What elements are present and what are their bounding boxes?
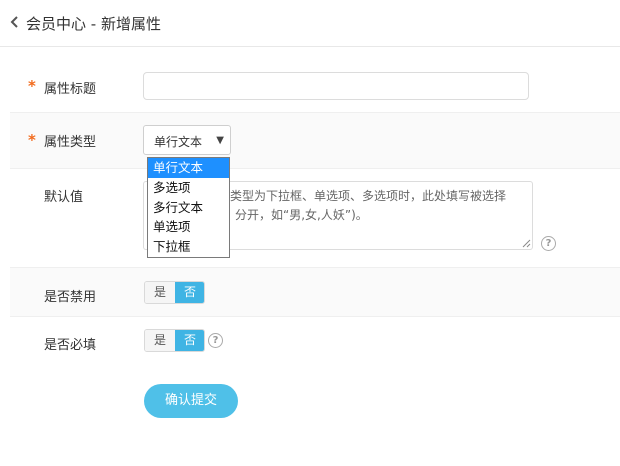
title-input[interactable]: [143, 72, 529, 100]
type-label: 属性类型: [44, 135, 97, 150]
dropdown-option[interactable]: 下拉框: [148, 237, 229, 257]
dropdown-arrow-icon: ▼: [216, 135, 224, 146]
title-label: 属性标题: [44, 82, 97, 97]
page-title: 会员中心 - 新增属性: [26, 15, 161, 33]
toggle-no-option[interactable]: 否: [175, 330, 204, 351]
resize-handle-icon[interactable]: [522, 239, 531, 248]
toggle-no-option[interactable]: 否: [175, 282, 204, 303]
dropdown-option[interactable]: 单选项: [148, 217, 229, 237]
dropdown-option[interactable]: 多选项: [148, 178, 229, 198]
type-row: * 属性类型: [10, 113, 620, 169]
type-select[interactable]: 单行文本 ▼: [143, 125, 231, 155]
toggle-yes-option[interactable]: 是: [145, 330, 175, 351]
help-icon[interactable]: ?: [541, 236, 556, 251]
type-select-value: 单行文本: [154, 135, 203, 149]
default-label: 默认值: [44, 190, 84, 205]
page-header: 会员中心 - 新增属性: [0, 0, 620, 47]
disabled-toggle[interactable]: 是 否: [144, 281, 205, 304]
chevron-left-icon[interactable]: [8, 14, 22, 30]
type-dropdown-list[interactable]: 单行文本 多选项 多行文本 单选项 下拉框: [147, 157, 230, 258]
toggle-yes-option[interactable]: 是: [145, 282, 175, 303]
disabled-label: 是否禁用: [44, 290, 97, 305]
required-mark: *: [28, 131, 36, 149]
required-row: 是否必填: [10, 317, 620, 367]
required-label: 是否必填: [44, 338, 97, 353]
dropdown-option[interactable]: 多行文本: [148, 198, 229, 218]
submit-button[interactable]: 确认提交: [144, 384, 238, 418]
disabled-row: 是否禁用: [10, 268, 620, 317]
required-mark: *: [28, 77, 36, 95]
dropdown-option[interactable]: 单行文本: [148, 158, 229, 178]
required-toggle[interactable]: 是 否: [144, 329, 205, 352]
help-icon[interactable]: ?: [208, 333, 223, 348]
